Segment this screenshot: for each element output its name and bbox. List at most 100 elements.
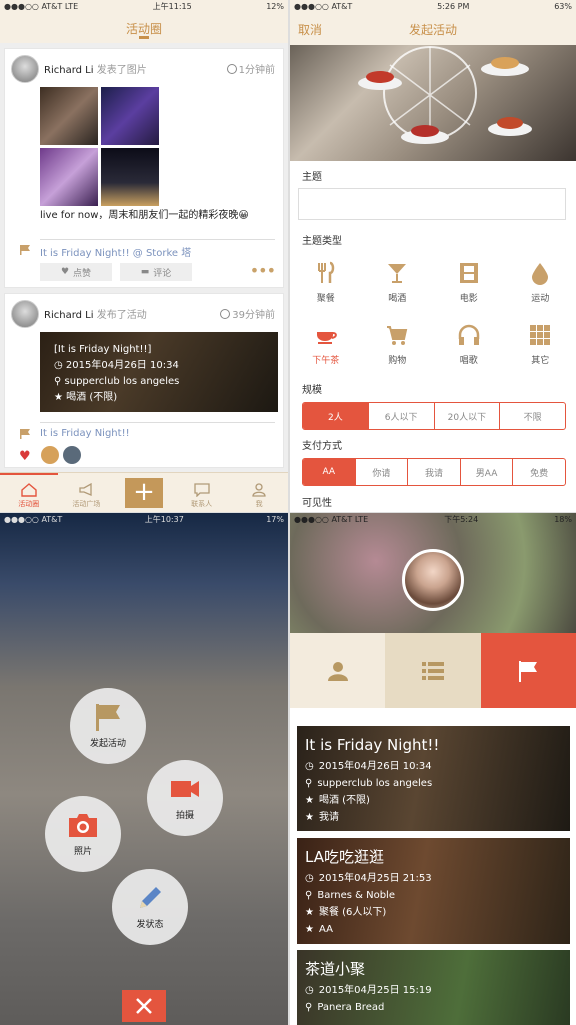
post-author[interactable]: Richard Li 发布了活动 [44,306,147,321]
tab-create[interactable]: + [115,473,173,512]
activity-tag-link[interactable]: It is Friday Night!! [40,428,130,439]
tab-label: 联系人 [191,499,212,509]
user-name[interactable]: Richard Li [44,65,94,76]
avatar[interactable] [11,55,39,83]
event-type: 喝酒 (不限) [319,792,370,809]
event-card[interactable]: It is Friday Night!! ◷2015年04月26日 10:34 … [297,726,570,831]
drop-icon [528,261,552,285]
star-icon: ★ [305,809,314,826]
payment-option[interactable]: 你请 [356,459,409,485]
avatar[interactable] [402,549,464,611]
like-button[interactable]: ♥点赞 [40,263,112,281]
heart-icon[interactable]: ♥ [19,449,31,464]
flag-icon [20,245,31,255]
like-label: 点赞 [73,266,91,279]
cake-stand-image [290,45,576,161]
page-title: 活动圈 [126,20,162,37]
type-label: 运动 [531,291,549,304]
type-movie[interactable]: 电影 [433,251,505,313]
fork-knife-icon [314,261,338,285]
tab-activity-circle[interactable]: 活动圈 [0,473,58,512]
cover-image[interactable] [290,45,576,161]
tab-list[interactable] [385,633,480,708]
menu-label: 照片 [74,844,92,857]
event-place: supperclub los angeles [65,376,180,387]
type-afternoon-tea[interactable]: 下午茶 [290,313,362,375]
cart-icon [385,323,409,347]
tab-activities[interactable] [481,633,576,708]
photo-thumb[interactable] [101,148,159,206]
type-singing[interactable]: 唱歌 [433,313,505,375]
photo-thumb[interactable] [101,87,159,145]
type-other[interactable]: 其它 [505,313,576,375]
user-name[interactable]: Richard Li [44,310,94,321]
type-grid: 聚餐 喝酒 电影 运动 下午茶 购物 唱歌 其它 [290,247,576,375]
post-status-button[interactable]: 发状态 [112,869,188,945]
event-pay: 我请 [319,809,339,826]
event-type: 聚餐 (6人以下) [319,904,386,921]
menu-label: 发状态 [136,917,163,930]
person-icon [327,660,349,682]
avatar[interactable] [41,446,59,464]
post-card[interactable]: Richard Li 发布了活动 39分钟前 [It is Friday Nig… [4,293,284,468]
grid-icon [528,323,552,347]
event-title: 茶道小聚 [305,958,562,980]
avatar[interactable] [11,300,39,328]
flag-icon [20,429,31,439]
cancel-button[interactable]: 取消 [298,21,322,38]
clock-icon [227,64,237,74]
type-shopping[interactable]: 购物 [362,313,434,375]
payment-option[interactable]: 免费 [513,459,565,485]
location-icon: ⚲ [305,887,312,904]
tab-profile[interactable] [290,633,385,708]
tab-me[interactable]: 我 [230,473,288,512]
post-author[interactable]: Richard Li 发表了图片 [44,61,147,76]
scale-option[interactable]: 20人以下 [435,403,501,429]
event-card[interactable]: [It is Friday Night!!] ◷ 2015年04月26日 10:… [40,332,278,412]
battery-text: 18% [554,515,572,524]
avatar[interactable] [63,446,81,464]
shoot-video-button[interactable]: 拍摄 [147,760,223,836]
create-activity-button[interactable]: 发起活动 [70,688,146,764]
carrier-text: ●●●○○ AT&T LTE [4,2,78,11]
payment-option[interactable]: 男AA [461,459,514,485]
event-date: 2015年04月25日 21:53 [319,870,432,887]
more-icon[interactable]: ••• [250,261,275,280]
clock-icon: ◷ [305,870,314,887]
type-dining[interactable]: 聚餐 [290,251,362,313]
event-place: Barnes & Noble [317,887,395,904]
photo-thumb[interactable] [40,87,98,145]
scale-option[interactable]: 不限 [500,403,565,429]
topic-input[interactable] [298,188,566,220]
event-date: 2015年04月26日 10:34 [319,758,432,775]
type-drinks[interactable]: 喝酒 [362,251,434,313]
event-title: [It is Friday Night!!] [54,342,264,358]
tab-contacts[interactable]: 联系人 [173,473,231,512]
tab-label: 活动圈 [18,499,39,509]
scale-label: 规模 [290,375,576,396]
comment-button[interactable]: ▬评论 [120,263,192,281]
event-card[interactable]: LA吃吃逛逛 ◷2015年04月25日 21:53 ⚲Barnes & Nobl… [297,838,570,944]
event-title: It is Friday Night!! [305,734,562,756]
close-button[interactable] [122,990,166,1022]
payment-option[interactable]: AA [303,459,356,485]
teacup-icon [314,323,338,347]
activity-tag-link[interactable]: It is Friday Night!! @ Storke 塔 [40,244,191,259]
post-card[interactable]: Richard Li 发表了图片 1分钟前 live for now，周末和朋友… [4,48,284,288]
scale-option[interactable]: 2人 [303,403,369,429]
payment-selector: AA 你请 我请 男AA 免费 [302,458,566,486]
payment-option[interactable]: 我请 [408,459,461,485]
post-time: 39分钟前 [220,306,275,321]
film-icon [457,261,481,285]
scale-option[interactable]: 6人以下 [369,403,435,429]
type-sports[interactable]: 运动 [505,251,576,313]
photo-button[interactable]: 照片 [45,796,121,872]
tab-activity-square[interactable]: 活动广场 [58,473,116,512]
type-label: 喝酒 [388,291,406,304]
event-card[interactable]: 茶道小聚 ◷2015年04月25日 15:19 ⚲Panera Bread [297,950,570,1025]
photo-thumb[interactable] [40,148,98,206]
event-place: Panera Bread [317,999,384,1016]
location-icon: ⚲ [305,775,312,792]
plus-icon: + [125,478,163,508]
status-time: 下午5:24 [444,514,478,525]
